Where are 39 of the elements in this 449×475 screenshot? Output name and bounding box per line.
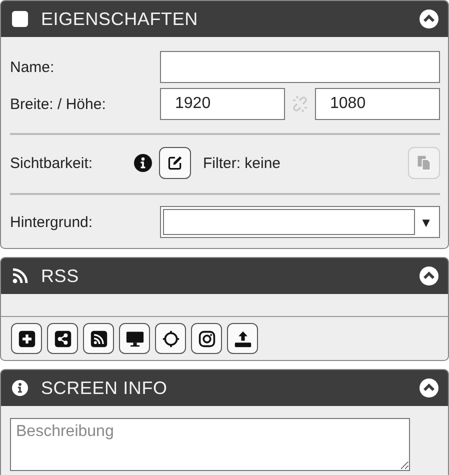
toolbar-button[interactable] bbox=[83, 323, 114, 354]
monitor-icon bbox=[126, 330, 144, 348]
edit-icon bbox=[167, 155, 183, 171]
add-icon bbox=[18, 330, 36, 348]
upload-icon bbox=[234, 330, 252, 348]
info-icon[interactable] bbox=[134, 154, 152, 172]
checkbox-icon[interactable] bbox=[12, 11, 28, 27]
info-icon bbox=[12, 380, 28, 396]
toolbar-button[interactable] bbox=[227, 323, 258, 354]
rss-icon bbox=[12, 268, 28, 284]
collapse-icon[interactable] bbox=[419, 378, 439, 398]
panel-title: EIGENSCHAFTEN bbox=[41, 8, 199, 30]
toolbar-button[interactable] bbox=[155, 323, 186, 354]
filter-text: Filter: keine bbox=[203, 154, 282, 172]
edit-button[interactable] bbox=[159, 147, 191, 179]
field-label: Hintergrund: bbox=[10, 214, 94, 230]
field-label: Name: bbox=[10, 58, 56, 76]
width-field[interactable]: 1920 bbox=[160, 88, 285, 120]
toolbar-button[interactable] bbox=[119, 323, 150, 354]
collapse-icon[interactable] bbox=[419, 266, 439, 286]
field-label: Sichtbarkeit: bbox=[10, 154, 94, 172]
name-field[interactable] bbox=[160, 51, 440, 83]
toolbar-button[interactable] bbox=[191, 323, 222, 354]
panel-title: RSS bbox=[41, 266, 80, 286]
panel-header[interactable]: RSS bbox=[1, 258, 448, 294]
camera-icon bbox=[198, 330, 216, 348]
description-field[interactable]: Beschreibung bbox=[10, 418, 410, 471]
toolbar-button[interactable] bbox=[47, 323, 78, 354]
height-field[interactable]: 1080 bbox=[315, 88, 440, 120]
panel-header[interactable]: SCREEN INFO bbox=[1, 370, 448, 406]
collapse-icon[interactable] bbox=[419, 9, 439, 29]
toolbar-button[interactable] bbox=[11, 323, 42, 354]
field-label: Breite: / Höhe: bbox=[10, 96, 107, 112]
share-icon bbox=[54, 330, 72, 348]
background-dropdown[interactable]: ▼ bbox=[160, 206, 440, 238]
panel-header[interactable]: EIGENSCHAFTEN bbox=[1, 1, 448, 37]
copy-icon bbox=[416, 155, 432, 171]
rss-icon bbox=[90, 330, 108, 348]
panel-title: SCREEN INFO bbox=[41, 378, 168, 398]
